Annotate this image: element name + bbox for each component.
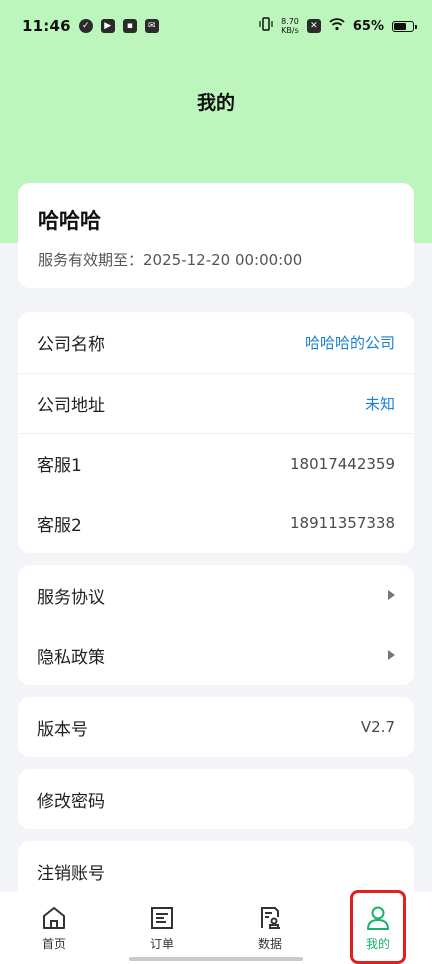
- home-indicator[interactable]: [129, 957, 303, 961]
- company-name-value[interactable]: 哈哈哈的公司: [305, 332, 395, 353]
- battery-icon: [392, 20, 417, 32]
- nav-orders-label: 订单: [149, 937, 174, 951]
- company-address-value[interactable]: 未知: [365, 393, 395, 414]
- bottom-navigation: 首页 订单 数据 我的: [0, 892, 432, 964]
- check-icon: ✓: [78, 19, 93, 33]
- customer-service-2-label: 客服2: [37, 515, 82, 536]
- network-speed-unit: KB/s: [281, 26, 299, 35]
- play-app-icon: ▶: [100, 19, 115, 33]
- home-icon: [43, 907, 65, 929]
- policy-card: 服务协议 隐私政策: [18, 565, 414, 685]
- nav-home[interactable]: 首页: [0, 892, 108, 964]
- nav-home-label: 首页: [41, 937, 66, 951]
- version-card: 版本号 V2.7: [18, 697, 414, 757]
- version-row: 版本号 V2.7: [18, 697, 414, 757]
- nav-orders[interactable]: 订单: [108, 892, 216, 964]
- chevron-right-icon: [388, 650, 395, 660]
- data-icon: [261, 907, 280, 929]
- network-speed-value: 8.70: [281, 17, 299, 26]
- network-speed: 8.70 KB/s: [281, 17, 299, 35]
- company-info-card: 公司名称 哈哈哈的公司 公司地址 未知 客服1 18017442359 客服2 …: [18, 312, 414, 553]
- service-expiry: 服务有效期至：2025-12-20 00:00:00: [38, 249, 394, 270]
- no-sim-icon: ✕: [306, 19, 321, 33]
- profile-name: 哈哈哈: [38, 209, 101, 233]
- app-notification-icon: ▪: [122, 19, 137, 33]
- profile-card: 哈哈哈 服务有效期至：2025-12-20 00:00:00: [18, 183, 414, 288]
- nav-profile[interactable]: 我的: [324, 892, 432, 964]
- status-bar: 11:46 ✓ ▶ ▪ ✉ 8.70 KB/s ✕ 65%: [0, 0, 432, 52]
- version-label: 版本号: [37, 719, 88, 740]
- order-icon: [151, 907, 173, 929]
- change-password-label: 修改密码: [37, 791, 105, 812]
- company-address-row: 公司地址 未知: [18, 373, 414, 433]
- customer-service-2-row[interactable]: 客服2 18911357338: [18, 493, 414, 553]
- page-title: 我的: [196, 92, 235, 114]
- company-name-row: 公司名称 哈哈哈的公司: [18, 312, 414, 373]
- company-name-label: 公司名称: [37, 335, 105, 355]
- status-time: 11:46: [22, 17, 71, 35]
- message-icon: ✉: [144, 19, 159, 33]
- company-address-label: 公司地址: [37, 396, 105, 416]
- nav-profile-label: 我的: [365, 937, 390, 951]
- cancel-account-label: 注销账号: [37, 863, 105, 884]
- battery-percent: 65%: [352, 18, 384, 34]
- service-agreement-label: 服务协议: [37, 587, 105, 608]
- vibrate-icon: [259, 17, 273, 35]
- change-password-card[interactable]: 修改密码: [18, 769, 414, 829]
- privacy-policy-label: 隐私政策: [37, 647, 105, 668]
- user-icon: [367, 906, 389, 930]
- service-agreement-row[interactable]: 服务协议: [18, 565, 414, 625]
- change-password-row[interactable]: 修改密码: [18, 769, 414, 829]
- privacy-policy-row[interactable]: 隐私政策: [18, 625, 414, 685]
- wifi-icon: [329, 17, 345, 35]
- customer-service-2-phone[interactable]: 18911357338: [290, 514, 395, 532]
- chevron-right-icon: [388, 590, 395, 600]
- customer-service-1-phone[interactable]: 18017442359: [290, 455, 395, 473]
- nav-data[interactable]: 数据: [216, 892, 324, 964]
- customer-service-1-row[interactable]: 客服1 18017442359: [18, 433, 414, 493]
- customer-service-1-label: 客服1: [37, 456, 82, 476]
- service-expiry-value: 2025-12-20 00:00:00: [143, 251, 303, 269]
- nav-data-label: 数据: [257, 937, 282, 951]
- service-expiry-label: 服务有效期至：: [38, 251, 144, 269]
- version-value: V2.7: [360, 718, 395, 736]
